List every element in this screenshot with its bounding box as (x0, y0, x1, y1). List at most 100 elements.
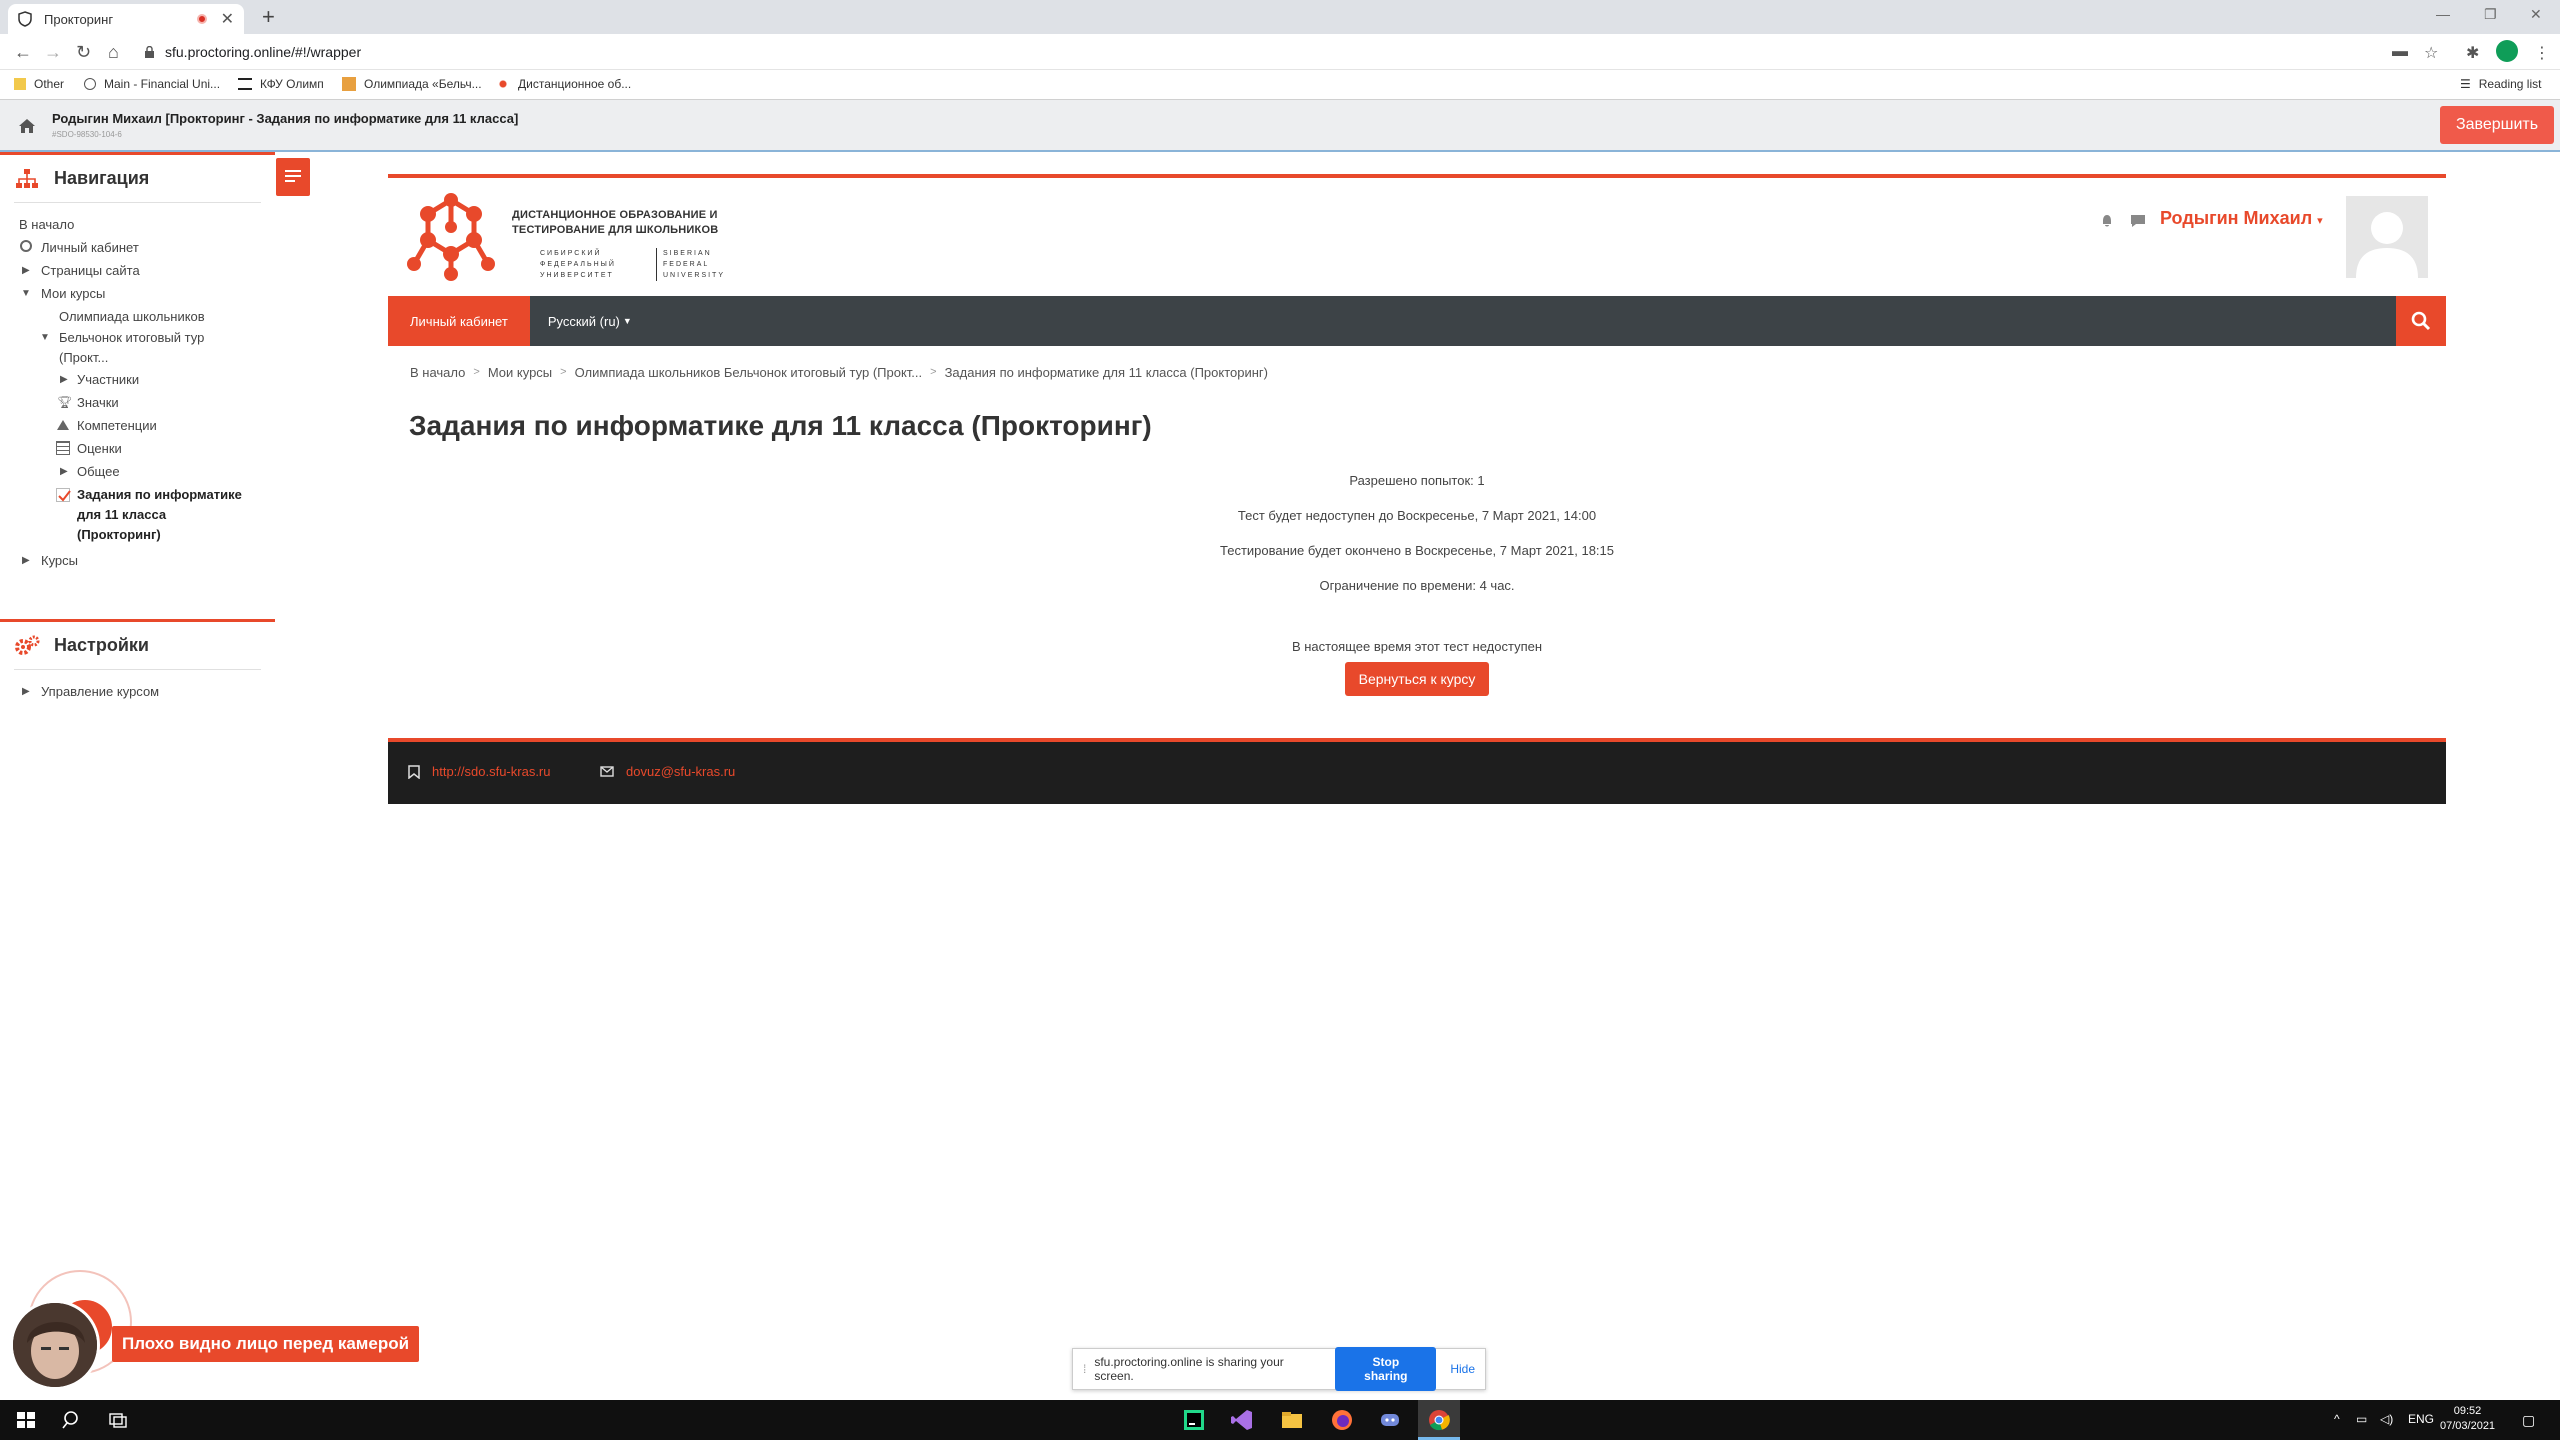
tab-title: Прокторинг (44, 11, 114, 27)
home-icon[interactable]: ⌂ (108, 42, 119, 63)
bookmark-folder-other[interactable]: Other (14, 77, 64, 91)
nav-belchonok-cont[interactable]: (Прокт... (0, 348, 275, 368)
shield-icon (18, 11, 32, 27)
messages-icon[interactable] (2130, 214, 2146, 228)
network-icon[interactable]: ▭ (2356, 1412, 2367, 1426)
tray-chevron-icon[interactable]: ^ (2334, 1412, 2340, 1426)
recording-icon (196, 14, 207, 24)
nav-belchonok[interactable]: ▼ Бельчонок итоговый тур (0, 328, 275, 348)
visual-studio-icon[interactable] (1230, 1408, 1254, 1432)
page-title: Задания по информатике для 11 класса (Пр… (409, 410, 1152, 441)
caret-right-icon: ▶ (22, 686, 30, 697)
breadcrumb-quiz[interactable]: Задания по информатике для 11 класса (Пр… (945, 365, 1268, 380)
forward-icon[interactable]: → (44, 42, 62, 63)
back-to-course-button[interactable]: Вернуться к курсу (1344, 662, 1490, 696)
stop-sharing-button[interactable]: Stop sharing (1335, 1347, 1437, 1391)
avatar[interactable] (2346, 196, 2428, 278)
nav-site-pages[interactable]: ▶ Страницы сайта (0, 259, 275, 282)
webcam-preview (10, 1300, 100, 1390)
nav-course-admin[interactable]: ▶ Управление курсом (0, 680, 275, 703)
extensions-icon[interactable]: ✱ (2466, 43, 2479, 63)
nav-home[interactable]: В начало (0, 213, 275, 236)
molecule-icon (496, 77, 510, 91)
language-dropdown[interactable]: Русский (ru) ▼ (530, 296, 650, 346)
notifications-icon[interactable]: ▢ (2522, 1412, 2535, 1429)
nav-general[interactable]: ▶ Общее (0, 460, 275, 483)
main-content: ДИСТАНЦИОННОЕ ОБРАЗОВАНИЕ И ТЕСТИРОВАНИЕ… (388, 174, 2446, 696)
sharing-text: sfu.proctoring.online is sharing your sc… (1094, 1355, 1284, 1383)
discord-icon[interactable] (1378, 1408, 1402, 1432)
folder-icon (14, 78, 26, 90)
caret-down-icon: ▼ (40, 332, 50, 343)
attempts-allowed: Разрешено попыток: 1 (1349, 473, 1485, 488)
profile-avatar[interactable] (2496, 40, 2518, 62)
bookmark-distance[interactable]: Дистанционное об... (496, 77, 631, 91)
nav-competencies[interactable]: Компетенции (0, 414, 275, 437)
table-icon (56, 441, 70, 455)
quiz-close-date: Тестирование будет окончено в Воскресень… (1220, 543, 1614, 558)
bookmark-financial[interactable]: Main - Financial Uni... (84, 77, 220, 91)
breadcrumb-home[interactable]: В начало (410, 365, 465, 380)
close-window-icon[interactable]: ✕ (2530, 6, 2542, 23)
bookmark-belchonok[interactable]: Олимпиада «Бельч... (342, 77, 482, 91)
navbar-dashboard-link[interactable]: Личный кабинет (388, 296, 530, 346)
menu-icon[interactable]: ⋮ (2534, 43, 2550, 63)
caret-right-icon: ▶ (22, 265, 30, 276)
volume-icon[interactable]: ◁) (2380, 1412, 2393, 1426)
file-explorer-icon[interactable] (1280, 1408, 1304, 1432)
language-indicator[interactable]: ENG (2408, 1412, 2434, 1426)
footer-email-link[interactable]: dovuz@sfu-kras.ru (600, 764, 735, 779)
windows-start-icon[interactable] (14, 1408, 38, 1432)
reading-list-icon: ☰ (2460, 77, 2471, 91)
nav-participants[interactable]: ▶ Участники (0, 368, 275, 391)
nav-dashboard[interactable]: Личный кабинет (0, 236, 275, 259)
hide-link[interactable]: Hide (1450, 1362, 1475, 1376)
drag-handle-icon[interactable]: ⁞ (1083, 1362, 1086, 1376)
restore-icon[interactable]: ❐ (2484, 6, 2497, 23)
system-clock[interactable]: 09:52 07/03/2021 (2440, 1404, 2495, 1434)
sfu-molecule-logo[interactable] (406, 192, 496, 282)
footer-site-link[interactable]: http://sdo.sfu-kras.ru (408, 764, 551, 779)
notifications-bell-icon[interactable] (2100, 214, 2114, 228)
camera-indicator-icon[interactable]: ▬ (2392, 43, 2408, 61)
minimize-icon[interactable]: — (2436, 6, 2450, 22)
finish-button[interactable]: Завершить (2440, 106, 2554, 144)
url-field[interactable]: sfu.proctoring.online/#!/wrapper (144, 38, 2384, 66)
reload-icon[interactable]: ↻ (76, 42, 91, 63)
camera-warning: Плохо видно лицо перед камерой (112, 1326, 420, 1362)
nav-grades[interactable]: Оценки (0, 437, 275, 460)
bookmark-star-icon[interactable]: ☆ (2424, 43, 2438, 63)
browser-tab[interactable]: Прокторинг ✕ (8, 4, 244, 34)
nav-olympiad[interactable]: Олимпиада школьников (0, 305, 275, 328)
bookmark-icon (408, 764, 420, 779)
search-icon[interactable] (60, 1408, 84, 1432)
search-button[interactable] (2396, 296, 2446, 346)
nav-courses[interactable]: ▶ Курсы (0, 549, 275, 572)
reading-list[interactable]: ☰ Reading list (2460, 77, 2541, 91)
brand-ru: СИБИРСКИЙ ФЕДЕРАЛЬНЫЙ УНИВЕРСИТЕТ (540, 250, 616, 279)
breadcrumb-my-courses[interactable]: Мои курсы (488, 365, 552, 380)
building-icon (238, 78, 252, 90)
windows-taskbar: ^ ▭ ◁) ENG 09:52 07/03/2021 ▢ (0, 1400, 2560, 1440)
close-tab-icon[interactable]: ✕ (221, 9, 234, 29)
firefox-icon[interactable] (1330, 1408, 1354, 1432)
back-icon[interactable]: ← (14, 42, 32, 63)
nav-my-courses[interactable]: ▼ Мои курсы (0, 282, 275, 305)
session-title: Родыгин Михаил [Прокторинг - Задания по … (52, 111, 519, 126)
chevron-right-icon: > (560, 366, 567, 378)
sidebar-toggle-button[interactable] (276, 158, 310, 196)
breadcrumb-course[interactable]: Олимпиада школьников Бельчонок итоговый … (575, 365, 923, 380)
time-limit: Ограничение по времени: 4 час. (1319, 578, 1515, 593)
brand-en: SIBERIAN FEDERAL UNIVERSITY (656, 248, 725, 281)
home-icon[interactable] (18, 118, 36, 134)
nav-badges[interactable]: 🏆︎ Значки (0, 391, 275, 414)
user-menu[interactable]: Родыгин Михаил ▾ (2160, 208, 2323, 229)
nav-current-quiz[interactable]: Задания по информатике для 11 класса (Пр… (0, 483, 275, 545)
pycharm-icon[interactable] (1182, 1408, 1206, 1432)
chrome-taskbar-button[interactable] (1418, 1400, 1460, 1440)
task-view-icon[interactable] (106, 1408, 130, 1432)
divider (14, 202, 261, 203)
bookmark-kfu[interactable]: КФУ Олимп (238, 77, 324, 91)
new-tab-icon[interactable]: + (262, 4, 275, 30)
menu-lines-icon (285, 170, 301, 182)
